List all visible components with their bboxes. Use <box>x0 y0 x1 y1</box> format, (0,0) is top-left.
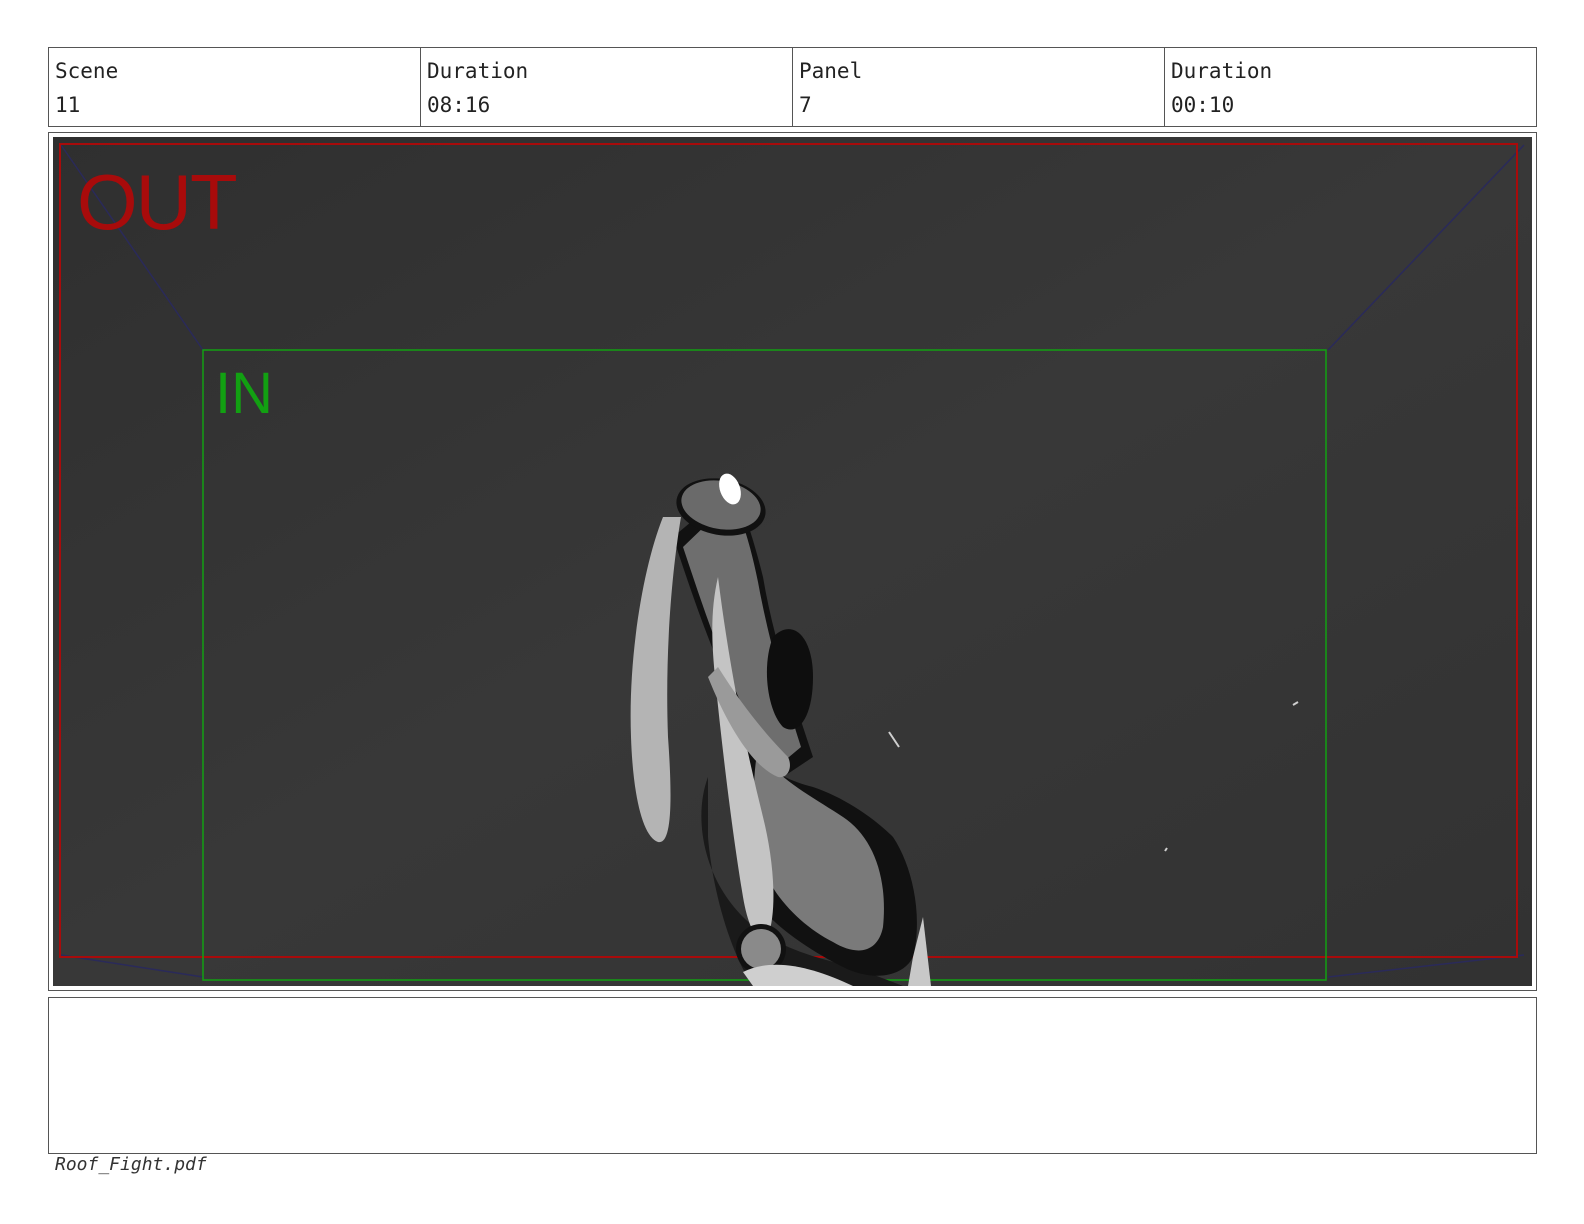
panel-notes-box <box>48 997 1537 1154</box>
scene-duration-value: 08:16 <box>427 93 491 117</box>
scene-duration-label: Duration <box>427 59 529 83</box>
scene-duration-cell: Duration 08:16 <box>421 48 793 126</box>
panel-duration-value: 00:10 <box>1171 93 1235 117</box>
in-frame-label: IN <box>215 361 273 426</box>
scene-value: 11 <box>55 93 81 117</box>
panel-value: 7 <box>799 93 812 117</box>
panel-label: Panel <box>799 59 863 83</box>
scene-label: Scene <box>55 59 119 83</box>
storyboard-panel-image: OUT IN <box>53 137 1532 986</box>
panel-info-table: Scene 11 Duration 08:16 Panel 7 Duration… <box>48 47 1537 127</box>
out-frame-label: OUT <box>77 158 238 246</box>
panel-duration-cell: Duration 00:10 <box>1165 48 1536 126</box>
panel-cell: Panel 7 <box>793 48 1165 126</box>
scene-cell: Scene 11 <box>49 48 421 126</box>
panel-sketch <box>53 137 1532 986</box>
document-filename: Roof_Fight.pdf <box>55 1154 207 1175</box>
panel-duration-label: Duration <box>1171 59 1273 83</box>
storyboard-panel-frame: OUT IN <box>48 132 1537 991</box>
